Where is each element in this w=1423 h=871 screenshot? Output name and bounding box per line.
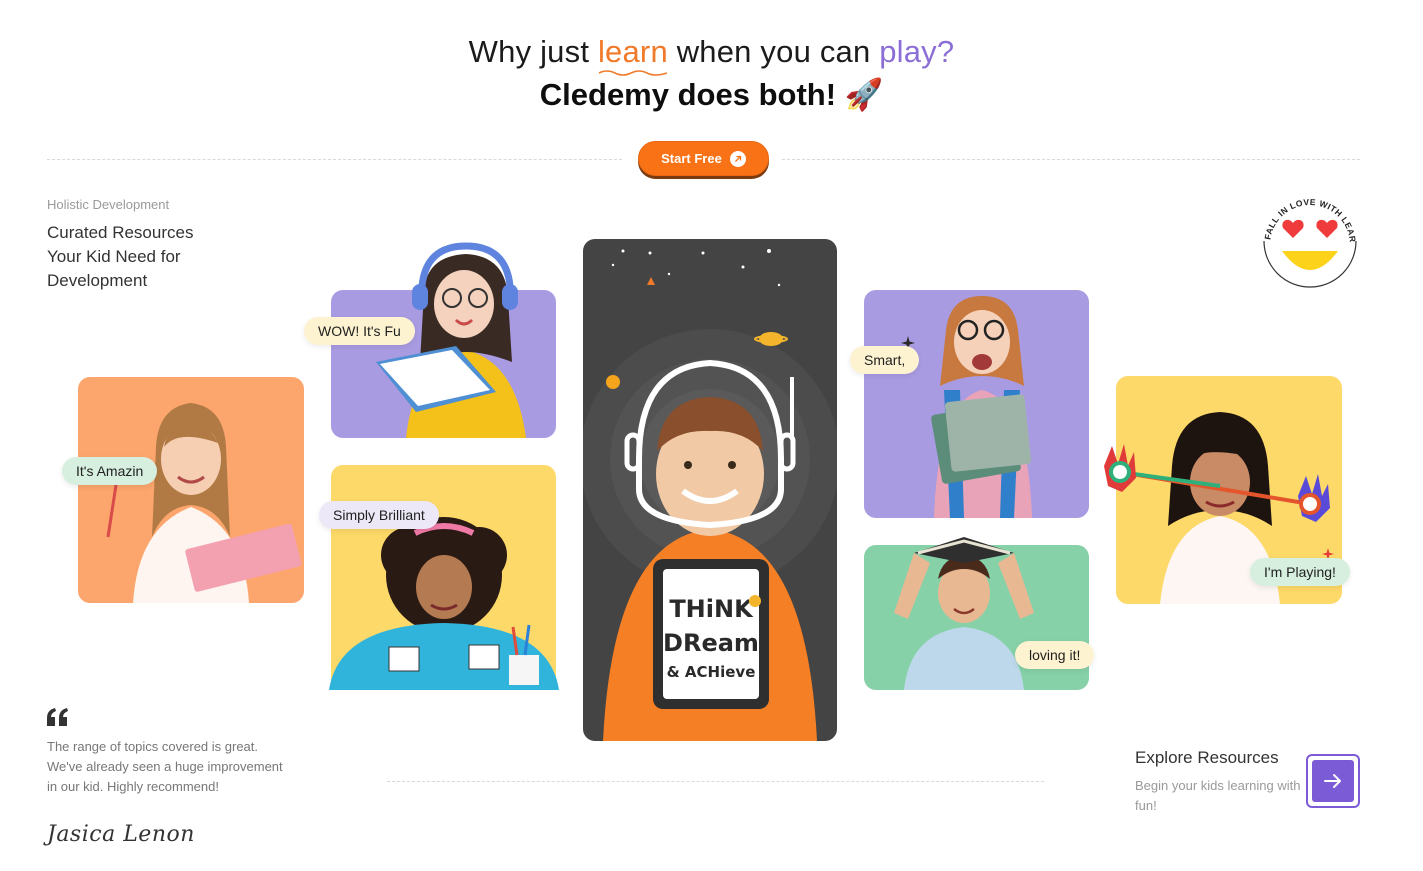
hero-headline: Why just learn when you can play?	[0, 34, 1423, 76]
bubble-loving: loving it!	[1015, 641, 1095, 669]
card-astronaut-boy: THiNK DReam & ACHieve	[583, 239, 837, 741]
start-free-label: Start Free	[661, 151, 722, 166]
svg-text:FALL IN LOVE WITH LEARNING: FALL IN LOVE WITH LEARNING	[1258, 193, 1358, 243]
card-girl-books: Smart,	[850, 290, 1089, 518]
sign-line-dream: DReam	[663, 629, 759, 657]
explore-resources-button[interactable]	[1306, 754, 1360, 808]
start-free-button[interactable]: Start Free	[638, 141, 769, 176]
explore-title: Explore Resources	[1135, 748, 1279, 767]
divider-right	[782, 159, 1360, 160]
headline-highlight-learn: learn	[598, 34, 668, 76]
hero-subheadline: Cledemy does both! 🚀	[539, 77, 884, 112]
girl-curly-illustration	[329, 517, 559, 690]
testimonial-signature: Jasica Lenon	[47, 822, 195, 847]
testimonial-text: The range of topics covered is great. We…	[47, 739, 283, 794]
headline-text-2: when you can	[667, 34, 880, 69]
bubble-smart: Smart,	[850, 346, 920, 374]
fall-in-love-badge: FALL IN LOVE WITH LEARNING	[1258, 193, 1358, 288]
divider-left	[47, 159, 622, 160]
card-girl-playing: I'm Playing!	[1104, 376, 1350, 604]
bubble-fun: WOW! It's Fu	[304, 317, 415, 345]
card-girl-headphones: WOW! It's Fu	[304, 242, 556, 438]
bubble-playing: I'm Playing!	[1250, 558, 1350, 586]
explore-subtitle: Begin your kids learning with fun!	[1135, 778, 1301, 813]
headline-highlight-play: play?	[879, 34, 955, 69]
section-eyebrow: Holistic Development	[47, 197, 170, 212]
astronaut-boy-illustration: THiNK DReam & ACHieve	[583, 249, 837, 741]
girl-books-illustration	[931, 296, 1032, 518]
card-boy-book: loving it!	[864, 537, 1095, 690]
section-heading: Curated Resources Your Kid Need for Deve…	[47, 223, 194, 290]
sign-line-achieve: & ACHieve	[667, 663, 756, 681]
sign-line-think: THiNK	[669, 595, 754, 623]
girl-clipboard-illustration	[106, 403, 302, 603]
bubble-brilliant: Simply Brilliant	[319, 501, 439, 529]
arrow-up-right-icon	[729, 150, 746, 167]
divider-bottom	[387, 781, 1044, 782]
headline-text-1: Why just	[468, 34, 598, 69]
badge-text: FALL IN LOVE WITH LEARNING	[1258, 193, 1358, 243]
card-girl-clipboard: It's Amazin	[62, 377, 304, 603]
card-girl-curly: Simply Brilliant	[319, 465, 559, 690]
arrow-right-icon	[1324, 774, 1341, 788]
quote-icon	[47, 708, 68, 726]
bubble-amazing: It's Amazin	[62, 457, 158, 485]
